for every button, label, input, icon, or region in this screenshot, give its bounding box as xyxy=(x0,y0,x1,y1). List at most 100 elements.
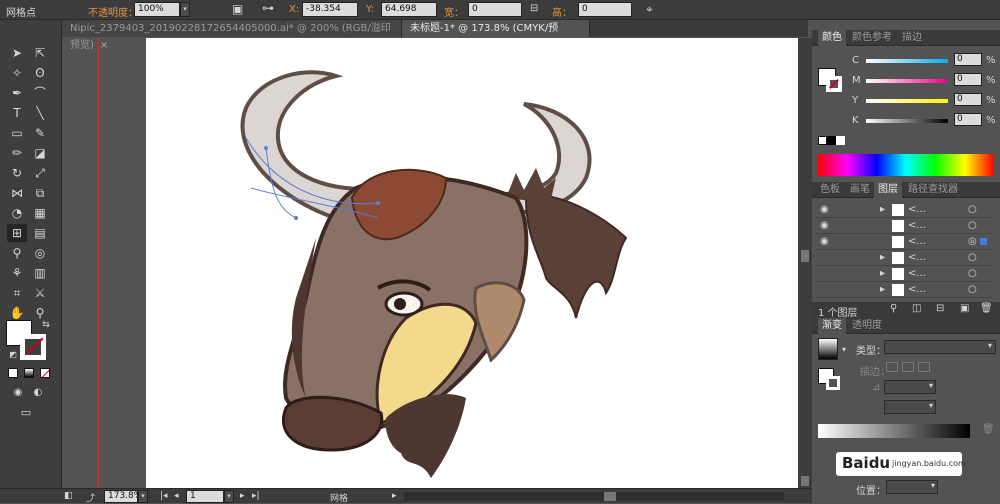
isolate-icon[interactable]: ⌖ xyxy=(646,2,653,17)
layer-row[interactable]: ◉ <... ◎ xyxy=(816,235,992,250)
rectangle-tool-icon[interactable]: ▭ xyxy=(7,124,27,142)
layer-row[interactable]: ◉ ▸ <... ○ xyxy=(816,203,992,218)
artboard-tool-icon[interactable]: ⌗ xyxy=(7,284,27,302)
next-artboard-icon[interactable]: ▸ xyxy=(240,491,245,501)
color-mode-icon[interactable] xyxy=(8,368,18,378)
paintbrush-tool-icon[interactable]: ✎ xyxy=(30,124,50,142)
scroll-thumb[interactable] xyxy=(801,250,809,262)
gradient-stroke-swatch[interactable] xyxy=(826,376,840,390)
eye-icon[interactable]: ◉ xyxy=(820,236,829,247)
transform-icon[interactable]: ▣ xyxy=(232,2,243,16)
new-sublayer-icon[interactable]: ⊟ xyxy=(936,303,944,314)
yellow-slider[interactable] xyxy=(866,99,948,103)
close-icon[interactable]: × xyxy=(100,40,108,51)
scroll-down-button[interactable] xyxy=(801,476,809,486)
tab-color[interactable]: 颜色 xyxy=(818,30,846,46)
type-tool-icon[interactable]: T xyxy=(7,104,27,122)
target-icon[interactable]: ○ xyxy=(968,220,977,231)
eraser-tool-icon[interactable]: ◪ xyxy=(30,144,50,162)
new-layer-icon[interactable]: ▣ xyxy=(960,303,969,314)
rotate-tool-icon[interactable]: ↻ xyxy=(7,164,27,182)
pen-tool-icon[interactable]: ✒ xyxy=(7,84,27,102)
tab-gradient[interactable]: 渐变 xyxy=(818,318,846,334)
draw-behind-icon[interactable]: ◐ xyxy=(28,384,48,402)
default-colors-icon[interactable]: ◩ xyxy=(3,346,23,364)
none-mode-icon[interactable] xyxy=(40,368,50,378)
wildebeest-illustration[interactable] xyxy=(146,38,798,490)
stroke-option-icon[interactable] xyxy=(918,362,930,372)
artboard[interactable] xyxy=(146,38,798,490)
gradient-tool-icon[interactable]: ▤ xyxy=(30,224,50,242)
artboard-dropdown-button[interactable]: ▾ xyxy=(224,490,234,503)
free-transform-tool-icon[interactable]: ⧉ xyxy=(30,184,50,202)
column-graph-tool-icon[interactable]: ▥ xyxy=(30,264,50,282)
screen-mode-icon[interactable]: ▭ xyxy=(16,404,36,422)
link-proportions-icon[interactable]: ⊟ xyxy=(530,3,538,14)
y-field[interactable]: 64.698 xyxy=(381,2,437,17)
line-tool-icon[interactable]: ╲ xyxy=(30,104,50,122)
last-artboard-icon[interactable]: ▸| xyxy=(252,491,260,501)
magenta-slider[interactable] xyxy=(866,79,948,83)
gradient-slider[interactable] xyxy=(818,424,970,438)
magenta-field[interactable]: 0 xyxy=(954,73,982,86)
delete-stop-icon[interactable]: 🗑 xyxy=(982,424,995,435)
height-field[interactable]: 0 xyxy=(578,2,632,17)
lasso-tool-icon[interactable]: ʘ xyxy=(30,64,50,82)
yellow-field[interactable]: 0 xyxy=(954,93,982,106)
target-icon[interactable]: ○ xyxy=(968,284,977,295)
position-dropdown[interactable]: ▾ xyxy=(886,480,938,494)
magic-wand-tool-icon[interactable]: ✧ xyxy=(7,64,27,82)
gradient-mode-icon[interactable] xyxy=(24,368,34,378)
blend-tool-icon[interactable]: ◎ xyxy=(30,244,50,262)
draw-mode-icon[interactable]: ◉ xyxy=(8,384,28,402)
vertical-scrollbar[interactable] xyxy=(798,38,812,490)
gradient-preview-dropdown-icon[interactable]: ▾ xyxy=(842,345,846,354)
gradient-preview[interactable] xyxy=(818,338,838,360)
black-field[interactable]: 0 xyxy=(954,113,982,126)
prev-artboard-icon[interactable]: ◧ xyxy=(64,491,73,501)
eye-icon[interactable]: ◉ xyxy=(820,204,829,215)
target-icon[interactable]: ◎ xyxy=(968,236,977,247)
zoom-dropdown-button[interactable]: ▾ xyxy=(138,490,148,503)
expand-icon[interactable]: ▸ xyxy=(880,268,885,279)
direct-selection-tool-icon[interactable]: ⇱ xyxy=(30,44,50,62)
target-icon[interactable]: ○ xyxy=(968,252,977,263)
shape-builder-tool-icon[interactable]: ◔ xyxy=(7,204,27,222)
target-icon[interactable]: ○ xyxy=(968,268,977,279)
expand-icon[interactable]: ▸ xyxy=(880,284,885,295)
layer-row[interactable]: ▸ <... ○ xyxy=(816,267,992,282)
curvature-tool-icon[interactable]: ⌒ xyxy=(30,84,50,102)
layer-row[interactable]: ▸ <... ○ xyxy=(816,251,992,266)
tab-brushes[interactable]: 画笔 xyxy=(846,182,874,198)
quick-swatches[interactable] xyxy=(818,136,848,146)
black-slider[interactable] xyxy=(866,119,948,123)
zoom-field[interactable]: 173.8% xyxy=(104,490,142,503)
first-artboard-icon[interactable]: |◂ xyxy=(160,491,168,501)
cyan-field[interactable]: 0 xyxy=(954,53,982,66)
selection-tool-icon[interactable]: ➤ xyxy=(7,44,27,62)
status-arrow-icon[interactable]: ▸ xyxy=(392,491,397,501)
tab-nipic-document[interactable]: Nipic_2379403_20190228172654405000.ai* @… xyxy=(62,20,402,51)
opacity-field[interactable]: 100% xyxy=(134,2,180,17)
tab-transparency[interactable]: 透明度 xyxy=(848,318,886,334)
stroke-option-icon[interactable] xyxy=(902,362,914,372)
eyedropper-tool-icon[interactable]: ⚲ xyxy=(7,244,27,262)
swap-fill-stroke-icon[interactable]: ⇆ xyxy=(36,316,56,334)
tab-untitled-document[interactable]: 未标题-1* @ 173.8% (CMYK/预览)× xyxy=(402,20,590,51)
layer-row[interactable]: ◉ <... ○ xyxy=(816,219,992,234)
color-spectrum[interactable] xyxy=(818,154,994,176)
tab-swatches[interactable]: 色板 xyxy=(816,182,844,198)
horizontal-scroll-thumb[interactable] xyxy=(604,492,616,501)
clipping-mask-icon[interactable]: ◫ xyxy=(912,303,921,314)
scale-tool-icon[interactable]: ⤢ xyxy=(30,164,50,182)
tab-stroke[interactable]: 描边 xyxy=(898,30,926,46)
stroke-option-icon[interactable] xyxy=(886,362,898,372)
aspect-dropdown[interactable]: ▾ xyxy=(884,400,936,414)
previous-artboard-icon[interactable]: ◂ xyxy=(174,491,179,501)
eye-icon[interactable]: ◉ xyxy=(820,220,829,231)
tab-layers[interactable]: 图层 xyxy=(874,182,902,198)
layer-row[interactable]: ▸ <... ○ xyxy=(816,283,992,298)
x-field[interactable]: -38.354 xyxy=(302,2,358,17)
opacity-dropdown-button[interactable]: ▾ xyxy=(180,2,190,17)
angle-dropdown[interactable]: ▾ xyxy=(884,380,936,394)
